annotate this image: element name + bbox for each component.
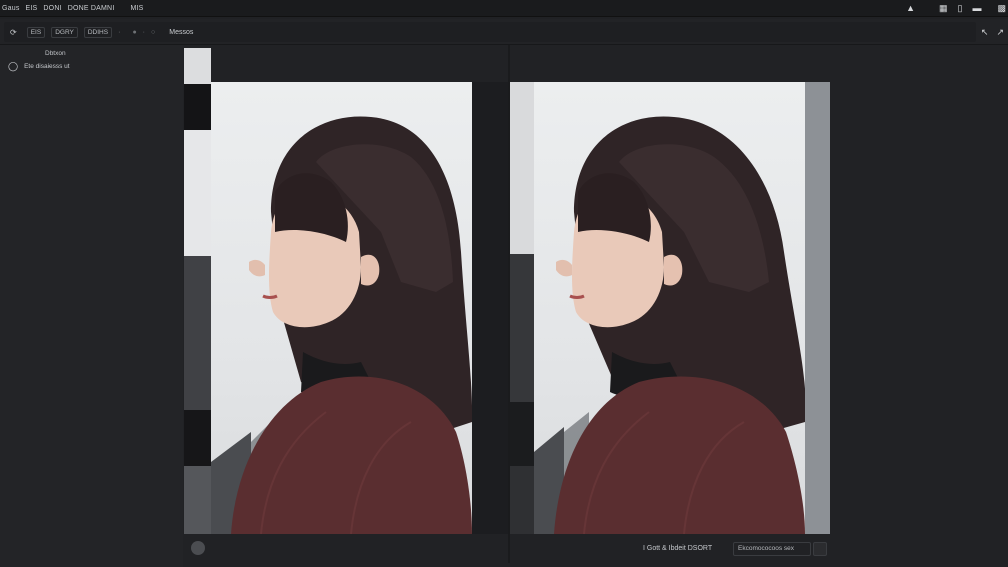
pin-icon[interactable]: ▲ (906, 4, 915, 13)
toolbar-inner: ⟳ EIS DGRY DDIHS · ● · ○ Messos (4, 22, 976, 42)
swatch-strip-right (510, 82, 534, 534)
toolbar-right: ↖ ↗ (981, 19, 1004, 45)
layer-icon: ◯ (8, 61, 19, 71)
restore-icon[interactable]: ▩ (997, 4, 1006, 13)
gap-strip (472, 82, 508, 534)
menu-item-file[interactable]: Gaus (2, 5, 20, 12)
toolbar: ⟳ EIS DGRY DDIHS · ● · ○ Messos (0, 19, 1008, 45)
status-toggle[interactable] (813, 542, 827, 556)
chevron-right-icon[interactable]: ↗ (996, 27, 1004, 37)
status-text: I Gott & Ibdeit DSORT (643, 545, 713, 552)
toolbar-chip-dgry[interactable]: DGRY (51, 26, 78, 38)
portrait-image-original[interactable] (211, 82, 472, 534)
color-picker-icon[interactable] (191, 541, 205, 555)
left-panel: Dbtxon ◯ Ete disaiesss ut (0, 45, 183, 567)
menu-item-image[interactable]: DONE DAMNI (68, 5, 115, 12)
toggle-icon[interactable]: ▬ (972, 4, 981, 13)
toolbar-label: Messos (169, 28, 194, 36)
refresh-icon[interactable]: ⟳ (10, 28, 17, 37)
portrait-image-edited[interactable] (534, 82, 805, 534)
menu-item-view[interactable]: DONI (43, 5, 61, 12)
target-icon[interactable]: ● (132, 29, 136, 36)
panel-title: Dbtxon (45, 50, 66, 57)
panel-row[interactable]: ◯ Ete disaiesss ut (8, 61, 70, 72)
chevron-left-icon[interactable]: ↖ (981, 27, 989, 37)
circle-icon[interactable]: ○ (151, 29, 155, 36)
menu-item-edit[interactable]: EIS (26, 5, 38, 12)
separator-icon: · (118, 28, 121, 36)
window-icon[interactable]: ▦ (939, 4, 948, 13)
toolbar-chip-ddihs[interactable]: DDIHS (83, 26, 113, 38)
panel-row-label: Ete disaiesss ut (24, 63, 70, 70)
status-field[interactable]: Ekcomococoos sex (733, 542, 811, 556)
menubar-right-icons: ▲ ▦ ▯ ▬ ▩ (906, 0, 1006, 17)
menu-bar: Gaus EIS DONI DONE DAMNI MIS ▲ ▦ ▯ ▬ ▩ (0, 0, 1008, 17)
toolbar-chip-eis[interactable]: EIS (26, 26, 46, 38)
menu-item-help[interactable]: MIS (130, 5, 143, 12)
split-icon[interactable]: ▯ (958, 4, 963, 13)
status-bar: I Gott & Ibdeit DSORT Ekcomococoos sex (183, 536, 1008, 563)
dot-icon: · (142, 28, 146, 36)
edge-strip (805, 82, 830, 534)
swatch-strip-left (184, 48, 211, 534)
